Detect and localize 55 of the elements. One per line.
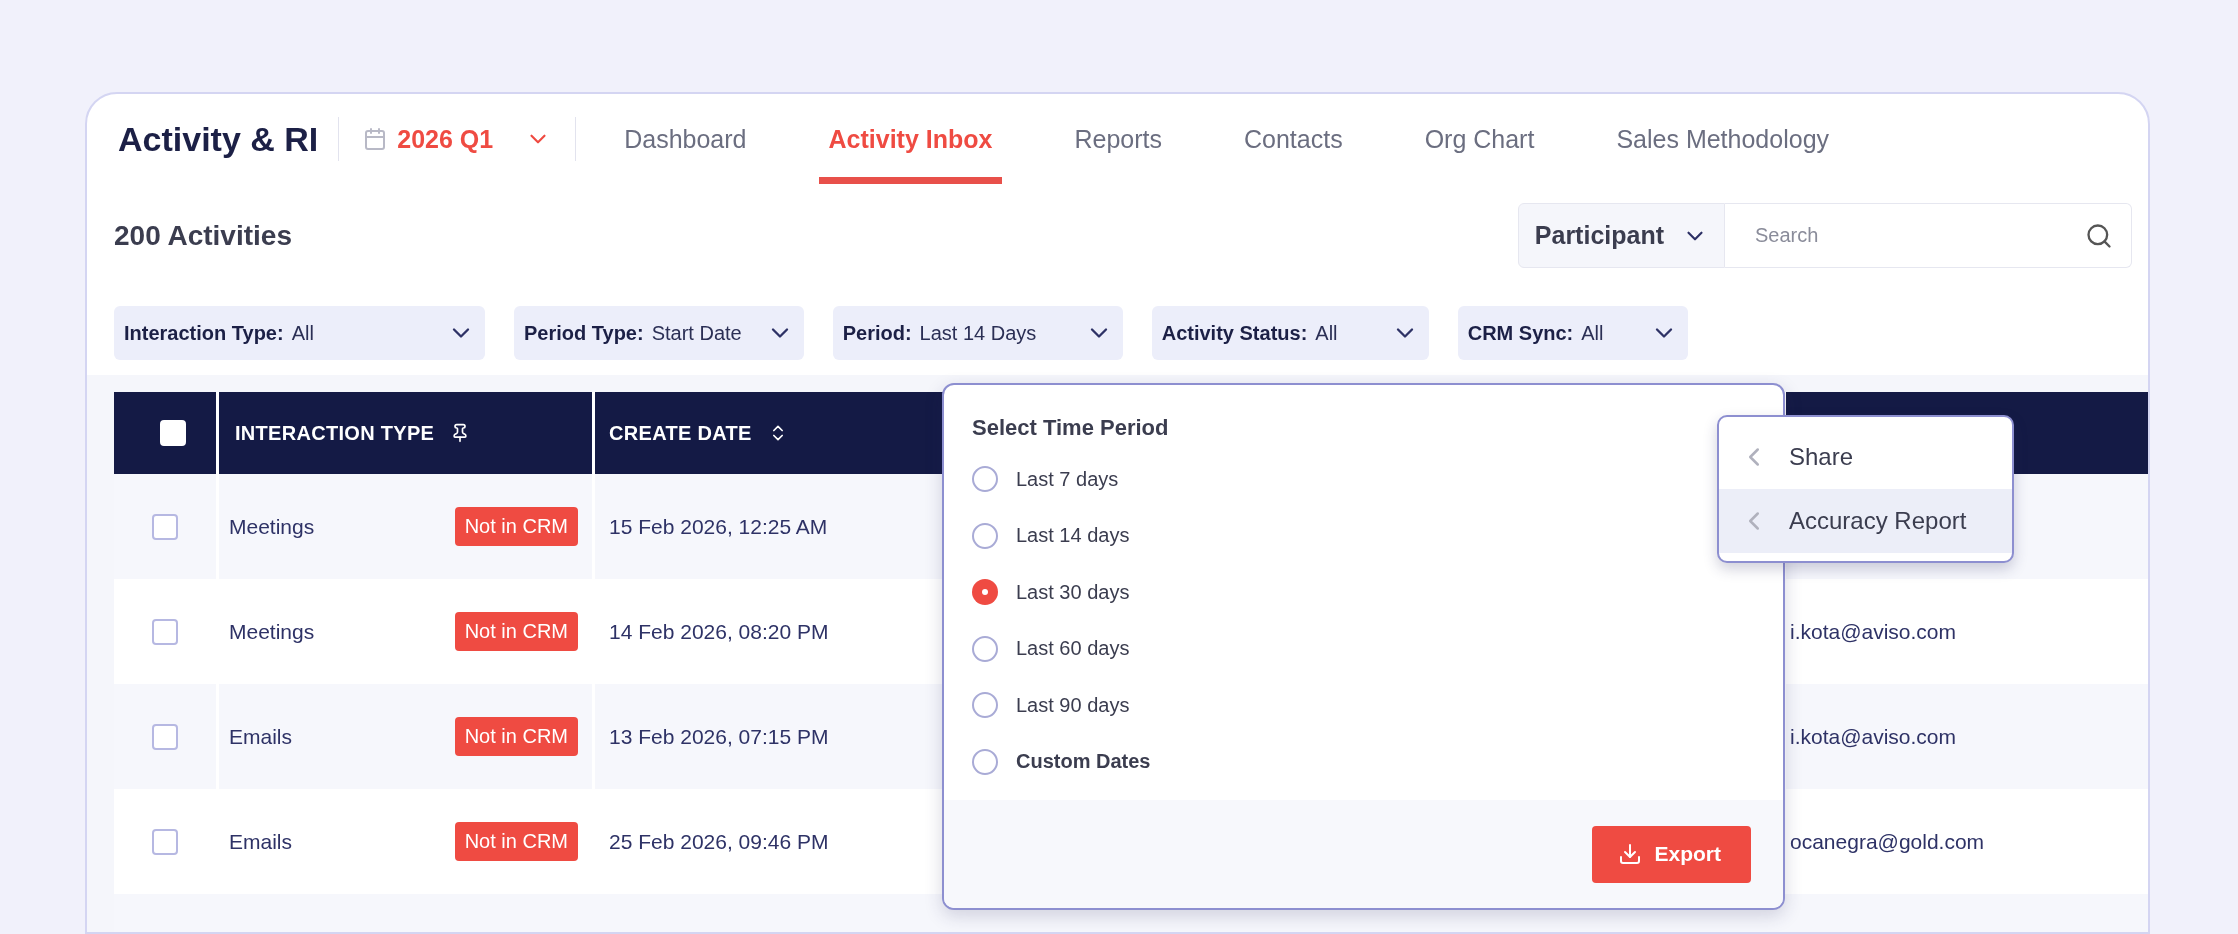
nav-tab[interactable]: Org Chart: [1414, 94, 1545, 184]
search-icon[interactable]: [2085, 221, 2113, 250]
table-cell: Emails: [229, 829, 292, 854]
filter-dropdown[interactable]: Period: Last 14 Days: [832, 306, 1123, 360]
table-cell: i.kota@aviso.com: [1790, 619, 1957, 644]
menu-item[interactable]: Share: [1719, 425, 2012, 489]
table-cell: Meetings: [229, 514, 315, 539]
filter-dropdown[interactable]: CRM Sync: All: [1457, 306, 1688, 360]
row-checkbox[interactable]: [152, 618, 178, 645]
menu-item[interactable]: Accuracy Report: [1719, 489, 2012, 553]
radio-button[interactable]: [972, 635, 998, 662]
period-option[interactable]: Custom Dates: [972, 733, 1783, 790]
radio-button[interactable]: [972, 692, 998, 719]
table-cell: 14 Feb 2026, 08:20 PM: [609, 619, 829, 644]
calendar-icon: [363, 127, 388, 151]
search-scope-dropdown[interactable]: Participant: [1517, 203, 1725, 268]
row-checkbox[interactable]: [152, 828, 178, 855]
table-cell: 13 Feb 2026, 07:15 PM: [609, 724, 829, 749]
radio-button[interactable]: [972, 466, 998, 493]
popover-title: Select Time Period: [971, 414, 1170, 442]
radio-button[interactable]: [972, 522, 998, 549]
nav-tab[interactable]: Sales Methodology: [1606, 94, 1840, 184]
table-cell: 15 Feb 2026, 12:25 AM: [609, 514, 828, 539]
export-button[interactable]: Export: [1592, 825, 1751, 883]
period-option[interactable]: Last 30 days: [972, 564, 1783, 621]
table-cell: Meetings: [229, 619, 315, 644]
row-checkbox[interactable]: [152, 513, 178, 540]
nav-tab[interactable]: Reports: [1064, 94, 1172, 184]
filter-dropdown[interactable]: Interaction Type: All: [114, 306, 485, 360]
activity-count: 200 Activities: [114, 219, 292, 252]
crm-status-badge: Not in CRM: [454, 717, 578, 756]
column-header: CREATE DATE: [609, 421, 752, 445]
column-header: INTERACTION TYPE: [235, 421, 435, 445]
filter-dropdown[interactable]: Period Type: Start Date: [514, 306, 804, 360]
nav-tab[interactable]: Dashboard: [614, 94, 757, 184]
table-cell: 25 Feb 2026, 09:46 PM: [609, 829, 829, 854]
filter-dropdown[interactable]: Activity Status: All: [1151, 306, 1429, 360]
select-all-checkbox[interactable]: [160, 420, 186, 446]
crm-status-badge: Not in CRM: [454, 612, 578, 651]
table-cell: i.kota@aviso.com: [1790, 724, 1957, 749]
table-cell: Emails: [229, 724, 292, 749]
table-cell: ocanegra@gold.com: [1790, 829, 1985, 854]
nav-tab[interactable]: Activity Inbox: [818, 94, 1003, 184]
app-title: Activity & RI: [118, 118, 319, 160]
row-checkbox[interactable]: [152, 723, 178, 750]
nav-tab[interactable]: Contacts: [1233, 94, 1353, 184]
crm-status-badge: Not in CRM: [454, 507, 578, 546]
download-icon: [1618, 842, 1643, 866]
period-picker[interactable]: 2026 Q1: [359, 94, 556, 184]
radio-button[interactable]: [972, 748, 998, 775]
search-field[interactable]: Search: [1725, 203, 2132, 268]
radio-button[interactable]: [972, 579, 998, 606]
period-option[interactable]: Last 60 days: [972, 620, 1783, 677]
period-option[interactable]: Last 90 days: [972, 677, 1783, 734]
crm-status-badge: Not in CRM: [454, 822, 578, 861]
